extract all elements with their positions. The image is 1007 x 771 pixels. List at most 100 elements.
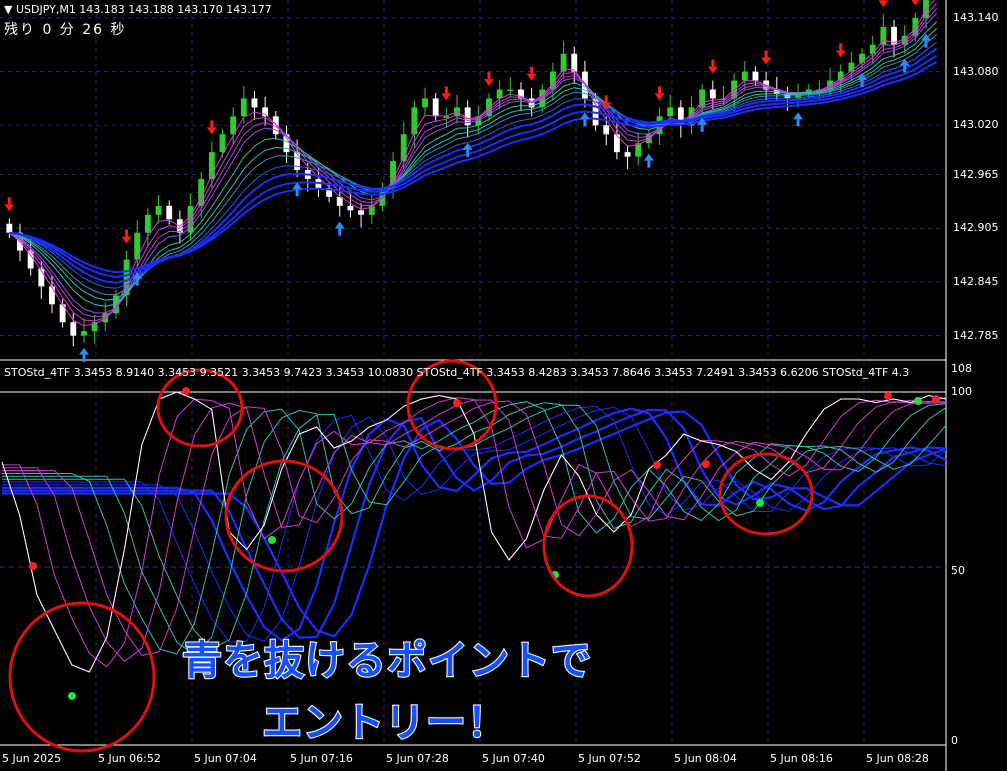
price-tick-label: 143.020 bbox=[953, 118, 999, 132]
stoch-ribbon-line bbox=[2, 396, 947, 668]
buy-arrow-icon-head bbox=[643, 153, 654, 161]
candle-body bbox=[166, 205, 173, 220]
indicator-tick-label: 108 bbox=[951, 362, 972, 375]
sell-arrow-icon-shaft bbox=[764, 50, 768, 58]
sell-arrow-icon-shaft bbox=[604, 95, 608, 103]
sell-arrow-icon-shaft bbox=[7, 197, 11, 205]
sell-arrow-icon-head bbox=[121, 236, 132, 244]
buy-arrow-icon-shaft bbox=[796, 119, 800, 127]
candle-body bbox=[571, 53, 578, 72]
candle-body bbox=[667, 107, 674, 117]
candle-body bbox=[70, 322, 77, 336]
sell-signal-dot bbox=[182, 387, 190, 395]
remaining-time: 残り 0 分 26 秒 bbox=[4, 22, 127, 38]
sell-arrow-icon-head bbox=[707, 66, 718, 74]
candle-body bbox=[347, 205, 354, 211]
buy-arrow-icon-shaft bbox=[700, 124, 704, 132]
sell-arrow-icon bbox=[707, 59, 718, 74]
sell-arrow-icon-head bbox=[761, 57, 772, 65]
candle-body bbox=[741, 71, 748, 81]
indicator-tick-label: 0 bbox=[951, 734, 958, 747]
sell-arrow-icon bbox=[483, 72, 494, 87]
candle-body bbox=[219, 134, 226, 153]
candle-body bbox=[251, 98, 258, 108]
sell-arrow-icon-shaft bbox=[487, 72, 491, 80]
ma-ribbon-line bbox=[9, 41, 938, 289]
sell-arrow-icon bbox=[526, 66, 537, 81]
time-tick-label: 5 Jun 07:16 bbox=[290, 752, 353, 765]
sell-signal-dot bbox=[884, 392, 892, 400]
sell-arrow-icon bbox=[206, 120, 217, 135]
sell-arrow-icon bbox=[4, 197, 15, 212]
ma-ribbon-line bbox=[9, 34, 938, 296]
sell-arrow-icon-shaft bbox=[658, 86, 662, 94]
candle-body bbox=[624, 152, 631, 157]
time-tick-label: 5 Jun 08:04 bbox=[674, 752, 737, 765]
symbol-header: ▼ USDJPY,M1 143.183 143.188 143.170 143.… bbox=[4, 3, 272, 16]
sell-arrow-icon-head bbox=[483, 79, 494, 87]
candle-body bbox=[81, 331, 87, 336]
ma-ribbon-line bbox=[9, 2, 938, 322]
candle-body bbox=[49, 286, 55, 305]
time-tick-label: 5 Jun 2025 bbox=[2, 752, 62, 765]
buy-arrow-icon bbox=[793, 112, 804, 127]
highlight-circle bbox=[8, 601, 156, 753]
buy-arrow-icon-shaft bbox=[338, 228, 342, 236]
sell-arrow-icon-shaft bbox=[530, 66, 534, 74]
sell-arrow-icon bbox=[835, 43, 846, 58]
ma-ribbon-line bbox=[9, 28, 938, 301]
price-tick-label: 142.965 bbox=[953, 167, 999, 181]
candle-body bbox=[859, 53, 865, 63]
price-tick-label: 142.905 bbox=[953, 221, 999, 235]
price-tick-label: 142.845 bbox=[953, 274, 999, 288]
sell-arrow-icon bbox=[441, 86, 452, 101]
sell-arrow-icon-shaft bbox=[125, 229, 129, 237]
candle-body bbox=[155, 205, 162, 215]
price-tick-label: 143.140 bbox=[953, 10, 999, 24]
buy-arrow-icon bbox=[334, 221, 345, 236]
candle-body bbox=[603, 125, 610, 135]
sell-arrow-icon-head bbox=[526, 73, 537, 81]
ma-ribbon-line bbox=[9, 47, 938, 284]
buy-arrow-icon bbox=[292, 182, 303, 197]
buy-signal-dot bbox=[756, 499, 764, 507]
sell-arrow-icon bbox=[878, 0, 889, 8]
buy-arrow-icon-shaft bbox=[295, 189, 299, 197]
sell-arrow-icon-head bbox=[441, 93, 452, 101]
sell-arrow-icon bbox=[121, 229, 132, 244]
candle-body bbox=[358, 210, 365, 215]
time-tick-label: 5 Jun 07:04 bbox=[194, 752, 257, 765]
sell-arrow-icon-head bbox=[4, 204, 15, 212]
callout-line-1: 青を抜けるポイントで bbox=[181, 637, 592, 685]
candle-body bbox=[507, 89, 514, 91]
buy-signal-dot bbox=[914, 397, 922, 405]
buy-signal-dot bbox=[268, 536, 276, 544]
buy-arrow-icon-shaft bbox=[860, 80, 864, 88]
time-tick-label: 5 Jun 07:52 bbox=[578, 752, 641, 765]
candle-body bbox=[422, 98, 428, 108]
candle-body bbox=[6, 223, 13, 233]
candle-body bbox=[496, 89, 503, 99]
candle-body bbox=[134, 232, 141, 260]
sell-signal-dot bbox=[29, 562, 37, 570]
collapse-triangle-icon[interactable]: ▼ bbox=[4, 3, 12, 16]
callout-line-2: エントリー！ bbox=[261, 699, 508, 747]
buy-arrow-icon-head bbox=[793, 112, 804, 120]
candle-body bbox=[432, 98, 439, 117]
sell-arrow-icon-shaft bbox=[711, 59, 715, 67]
buy-arrow-icon-head bbox=[334, 221, 345, 229]
candle-body bbox=[240, 98, 247, 117]
sell-arrow-icon bbox=[761, 50, 772, 65]
buy-arrow-icon-shaft bbox=[583, 119, 587, 127]
sell-arrow-icon-head bbox=[911, 0, 920, 6]
candle-body bbox=[752, 71, 759, 81]
sell-signal-dot bbox=[453, 399, 461, 407]
buy-arrow-icon-shaft bbox=[82, 354, 86, 362]
indicator-tick-label: 50 bbox=[951, 564, 965, 577]
sell-arrow-icon-head bbox=[654, 93, 665, 101]
time-tick-label: 5 Jun 08:28 bbox=[866, 752, 929, 765]
sell-arrow-icon-shaft bbox=[444, 86, 448, 94]
buy-arrow-icon-shaft bbox=[924, 40, 928, 48]
sell-signal-dot bbox=[653, 461, 661, 469]
candle-body bbox=[613, 134, 620, 153]
